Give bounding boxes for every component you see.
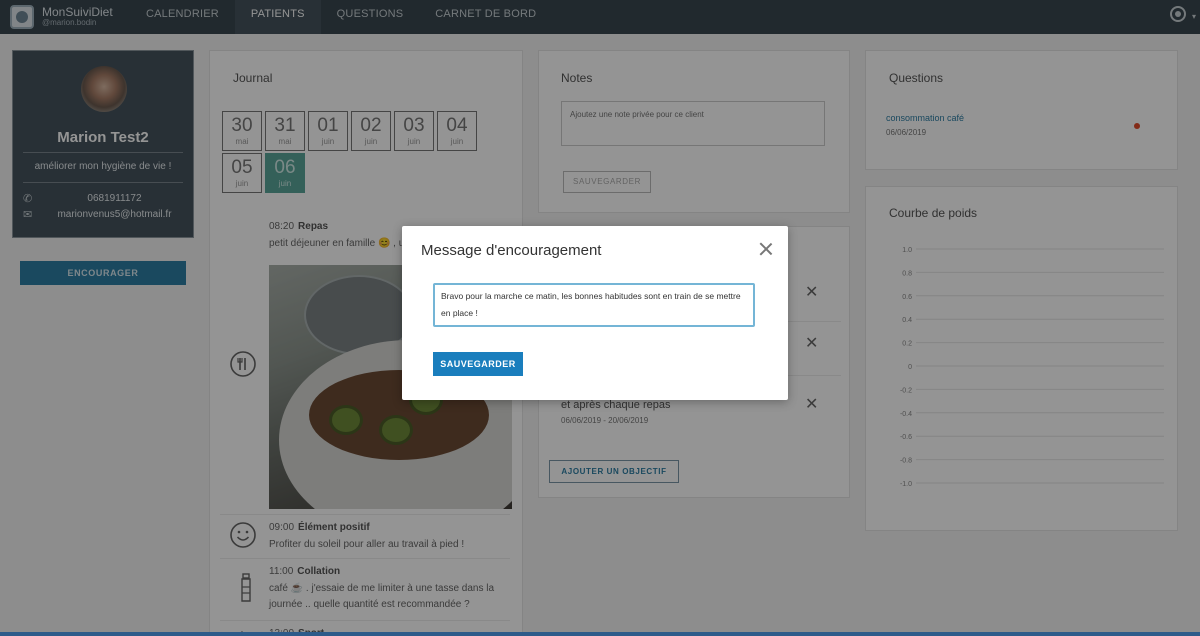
modal-save-button[interactable]: SAUVEGARDER: [433, 352, 523, 376]
bottom-bar: [0, 632, 1200, 636]
encouragement-message-input[interactable]: Bravo pour la marche ce matin, les bonne…: [433, 283, 755, 327]
modal-title: Message d'encouragement: [421, 242, 602, 259]
encouragement-modal: Message d'encouragement Bravo pour la ma…: [402, 226, 788, 400]
close-icon[interactable]: [759, 242, 773, 256]
